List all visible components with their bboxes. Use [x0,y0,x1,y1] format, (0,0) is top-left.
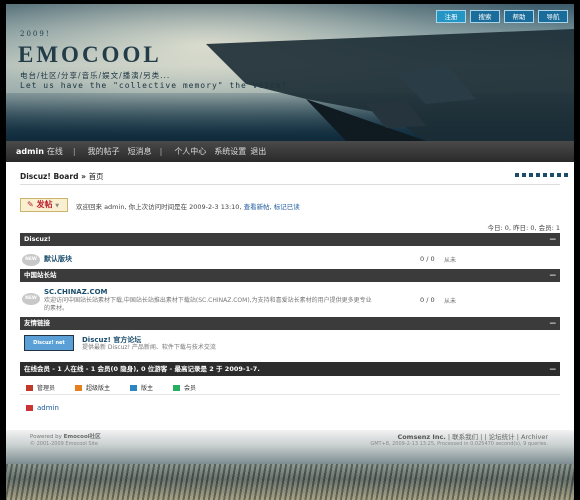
collapse-icon[interactable]: — [550,317,557,330]
moderator-icon [130,384,138,391]
pencil-icon: ✎ [27,200,34,209]
top-link-navigation[interactable]: 导航 [538,10,568,23]
category-header-discuz[interactable]: Discuz! — [20,233,560,246]
processing-info: GMT+8, 2009-2-13 13:25, Processed in 0.0… [370,441,548,447]
nav-user-center[interactable]: 个人中心 [174,146,206,157]
category-title: Discuz! [24,235,51,243]
super-moderator-icon [75,384,83,391]
welcome-message: 欢迎回来 admin, 你上次访问时间是在 2009-2-3 13:10, 查看… [76,201,300,211]
collapse-icon[interactable]: — [550,362,557,376]
legend-item: 超级版主 [75,383,110,392]
forum-row: NEW 默认版块 0 / 0 从未 [20,251,560,267]
nav-logout[interactable]: 退出 [250,146,266,157]
collapse-icon[interactable]: — [550,269,557,282]
category-title: 中国站长站 [24,271,57,279]
chevron-down-icon: ▼ [55,203,60,209]
breadcrumb-board[interactable]: Discuz! Board [20,172,78,181]
breadcrumb-current: 首页 [88,172,104,181]
forum-last-post: 从未 [444,298,457,305]
header-banner: 2009! EMOCOOL 电台/社区/分享/音乐/娱文/播演/另类... Le… [6,4,574,141]
welcome-text: 欢迎回来 admin, 你上次访问时间是在 2009-2-3 13:10, [76,203,242,211]
top-link-register[interactable]: 注册 [436,10,466,23]
board-stats: 今日: 0, 昨日: 0, 会员: 1 [487,224,560,232]
forum-last-post: 从未 [444,257,457,264]
page-dots-decoration [515,173,568,177]
forum-name[interactable]: 默认版块 [44,254,72,264]
nav-online-status: 在线 [46,147,63,156]
forum-name[interactable]: SC.CHINAZ.COM [44,288,108,296]
online-username[interactable]: admin [37,404,59,412]
welcome-comma: , [269,203,272,211]
new-post-button[interactable]: ✎ 发帖 ▼ [20,198,68,212]
nav-separator: | [72,147,76,156]
partner-row: Discuz! 官方论坛 提供最新 Discuz! 产品新闻、软件下载与技术交流 [20,335,560,355]
logo-year: 2009! [20,30,51,38]
top-link-search[interactable]: 搜索 [470,10,500,23]
legend-item: 管理员 [26,383,55,392]
page-frame: 2009! EMOCOOL 电台/社区/分享/音乐/娱文/播演/另类... Le… [0,0,580,500]
nav-username[interactable]: admin [16,147,44,156]
slogan-english: Let us have the "collective memory" the … [20,81,288,90]
category-header-links[interactable]: 友情链接 — [20,317,560,330]
forum-counts: 0 / 0 [420,255,435,263]
top-links: 注册 搜索 帮助 导航 [436,10,568,23]
collapse-icon[interactable]: — [550,233,557,246]
forum-counts: 0 / 0 [420,296,435,304]
nav-messages[interactable]: 短消息 [128,146,152,157]
category-title: 友情链接 [24,319,50,327]
footer-link-list[interactable]: | 联系我们 | | 论坛统计 | Archiver [448,433,548,441]
forum-description: 欢迎访问中国站长站素材下载,中国站长站推出素材下载站(SC.CHINAZ.COM… [44,297,372,312]
divider [20,184,560,185]
forum-row: NEW SC.CHINAZ.COM 欢迎访问中国站长站素材下载,中国站长站推出素… [20,288,560,314]
online-members-bar[interactable]: 在线会员 - 1 人在线 - 1 会员(0 隐身), 0 位游客 - 最高记录是… [20,362,560,376]
powered-by: Powered by Emocool社区 [30,434,101,440]
row-divider [20,394,560,395]
breadcrumb: Discuz! Board » 首页 [20,171,104,182]
legend-item: 版主 [130,383,153,392]
company-link[interactable]: Comsenz Inc. [397,433,445,441]
member-legend: 管理员 超级版主 版主 会员 [26,383,196,392]
site-logo[interactable]: EMOCOOL [18,42,162,68]
online-user[interactable]: admin [26,404,59,412]
admin-user-icon [26,405,33,411]
online-summary: 在线会员 - 1 人在线 - 1 会员(0 隐身), 0 位游客 - 最高记录是… [24,365,260,373]
slogan-chinese: 电台/社区/分享/音乐/娱文/播演/另类... [20,71,171,80]
nav-settings[interactable]: 系统设置 [214,146,246,157]
user-nav-bar: admin 在线 | 我的帖子 短消息 | 个人中心 系统设置 退出 [6,141,574,162]
breadcrumb-separator: » [81,172,86,181]
footer-links: Comsenz Inc. | 联系我们 | | 论坛统计 | Archiver [397,431,548,441]
new-post-label: 发帖 [36,200,53,209]
nav-my-posts[interactable]: 我的帖子 [88,146,120,157]
legend-item: 会员 [173,383,196,392]
view-new-posts-link[interactable]: 查看新帖 [244,203,270,211]
copyright: © 2001-2009 Emocool Site [30,441,98,447]
partner-description: 提供最新 Discuz! 产品新闻、软件下载与技术交流 [82,344,216,351]
admin-user-icon [26,384,33,391]
top-link-help[interactable]: 帮助 [504,10,534,23]
footer-grass-image [6,464,574,500]
new-badge-icon: NEW [22,254,40,266]
main-content: Discuz! Board » 首页 ✎ 发帖 ▼ 欢迎回来 admin, 你上… [6,162,574,430]
footer: Powered by Emocool社区 © 2001-2009 Emocool… [6,430,574,500]
new-badge-icon: NEW [22,293,40,305]
member-icon [173,384,181,391]
category-header-chinaz[interactable]: 中国站长站 — [20,269,560,282]
powered-by-link[interactable]: Emocool社区 [64,434,101,440]
mark-read-link[interactable]: 标记已读 [274,203,300,211]
nav-separator: | [159,147,163,156]
